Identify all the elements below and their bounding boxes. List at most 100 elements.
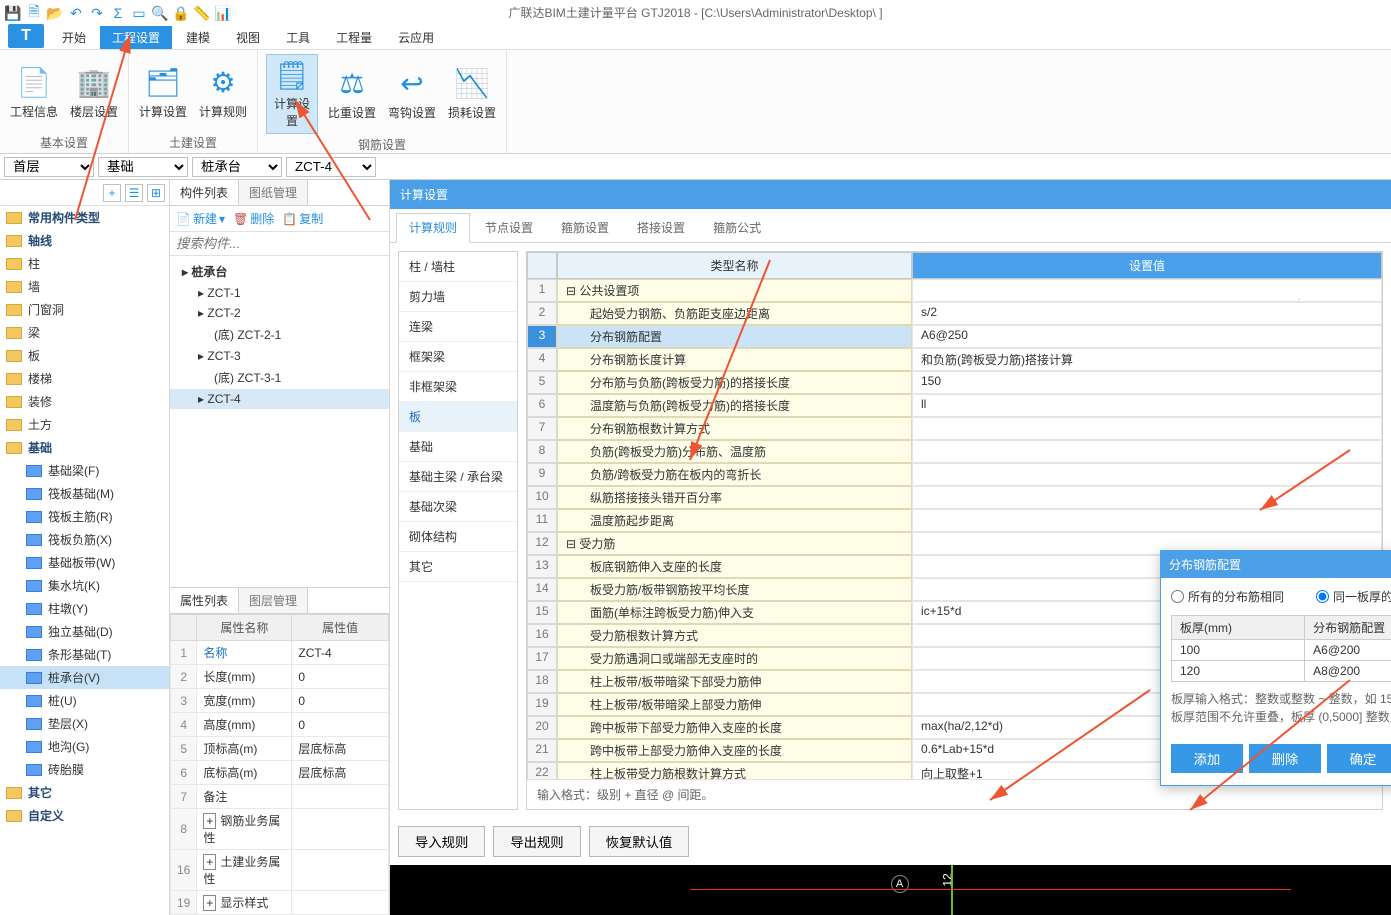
component-item[interactable]: ▸ ZCT-2 [170,303,389,323]
ribbon-计算设置[interactable]: 🗂计算设置 [137,54,189,132]
dlg-cell[interactable]: 100 [1172,640,1305,661]
menu-2[interactable]: 建模 [174,26,222,49]
nav-item[interactable]: 梁 [0,321,169,344]
menu-4[interactable]: 工具 [274,26,322,49]
category-select[interactable]: 基础 [98,157,188,177]
ribbon-工程信息[interactable]: 📄工程信息 [8,54,60,132]
nav-tree-icon[interactable]: ⊞ [147,184,165,202]
rp-tab-0[interactable]: 计算规则 [396,213,470,243]
cat-item[interactable]: 剪力墙 [399,282,517,312]
nav-item[interactable]: 其它 [0,781,169,804]
dlg-cell[interactable]: 120 [1172,661,1305,682]
cat-item[interactable]: 砌体结构 [399,522,517,552]
rule-row[interactable]: 3分布钢筋配置A6@250 [527,325,1382,348]
nav-item[interactable]: 门窗洞 [0,298,169,321]
prop-val[interactable] [292,850,389,891]
dlg-delete-button[interactable]: 删除 [1249,744,1321,773]
qat-check-icon[interactable]: 🔍 [151,4,169,22]
prop-val[interactable]: 0 [292,665,389,689]
floor-select[interactable]: 首层 [4,157,94,177]
qat-save-icon[interactable]: 💾 [4,4,22,22]
cat-item[interactable]: 非框架梁 [399,372,517,402]
cat-item[interactable]: 框架梁 [399,342,517,372]
qat-lock-icon[interactable]: 🔒 [172,4,190,22]
rule-row[interactable]: 5分布筋与负筋(跨板受力筋)的搭接长度150 [527,371,1382,394]
nav-list-icon[interactable]: ☰ [125,184,143,202]
rule-row[interactable]: 1⊟ 公共设置项 [527,279,1382,302]
rp-tab-2[interactable]: 箍筋设置 [548,213,622,242]
prop-val[interactable]: 0 [292,713,389,737]
cat-item[interactable]: 基础次梁 [399,492,517,522]
nav-item[interactable]: 楼梯 [0,367,169,390]
cat-item[interactable]: 基础主梁 / 承台梁 [399,462,517,492]
nav-item[interactable]: 自定义 [0,804,169,827]
cat-item[interactable]: 板 [399,402,517,432]
rp-tab-4[interactable]: 箍筋公式 [700,213,774,242]
dlg-cell[interactable]: A8@200 [1305,661,1391,682]
qat-redo-icon[interactable]: ↷ [88,4,106,22]
nav-item[interactable]: 筏板负筋(X) [0,528,169,551]
cat-item[interactable]: 柱 / 墙柱 [399,252,517,282]
prop-val[interactable] [292,785,389,809]
prop-val[interactable] [292,809,389,850]
component-item[interactable]: ▸ ZCT-1 [170,283,389,303]
nav-item[interactable]: 条形基础(T) [0,643,169,666]
rule-row[interactable]: 7分布钢筋根数计算方式 [527,417,1382,440]
member-select[interactable]: ZCT-4 [286,157,376,177]
nav-item[interactable]: 桩(U) [0,689,169,712]
nav-item[interactable]: 柱 [0,252,169,275]
nav-item[interactable]: 集水坑(K) [0,574,169,597]
nav-item[interactable]: 墙 [0,275,169,298]
rule-row[interactable]: 2起始受力钢筋、负筋距支座边距离s/2 [527,302,1382,325]
nav-item[interactable]: 轴线 [0,229,169,252]
prop-val[interactable]: 层底标高 [292,761,389,785]
menu-3[interactable]: 视图 [224,26,272,49]
component-item[interactable]: (底) ZCT-2-1 [170,323,389,346]
delete-button[interactable]: 🗑 删除 [233,210,274,227]
nav-item[interactable]: 柱墩(Y) [0,597,169,620]
rp-tab-1[interactable]: 节点设置 [472,213,546,242]
search-input[interactable] [170,232,389,256]
import-rules-button[interactable]: 导入规则 [398,826,485,857]
qat-open-icon[interactable]: 📂 [46,4,64,22]
ribbon-损耗设置[interactable]: 📉损耗设置 [446,54,498,134]
nav-item[interactable]: 筏板基础(M) [0,482,169,505]
menu-1[interactable]: 工程设置 [100,26,172,49]
qat-ruler-icon[interactable]: 📏 [193,4,211,22]
prop-val[interactable]: 层底标高 [292,737,389,761]
restore-default-button[interactable]: 恢复默认值 [589,826,690,857]
dlg-add-button[interactable]: 添加 [1171,744,1243,773]
nav-item[interactable]: 独立基础(D) [0,620,169,643]
component-item[interactable]: ▸ ZCT-4 [170,389,389,409]
rule-row[interactable]: 10纵筋搭接接头错开百分率 [527,486,1382,509]
rule-row[interactable]: 6温度筋与负筋(跨板受力筋)的搭接长度ll [527,394,1382,417]
radio-same-thickness[interactable]: 同一板厚的分布筋相同 [1316,588,1391,605]
prop-val[interactable] [292,891,389,915]
ribbon-弯钩设置[interactable]: ↩弯钩设置 [386,54,438,134]
qat-report-icon[interactable]: 📊 [214,4,232,22]
cat-item[interactable]: 基础 [399,432,517,462]
cat-item[interactable]: 其它 [399,552,517,582]
menu-0[interactable]: 开始 [50,26,98,49]
component-item[interactable]: (底) ZCT-3-1 [170,366,389,389]
nav-plus-icon[interactable]: + [103,184,121,202]
qat-new-icon[interactable]: 🗎 [25,4,43,22]
dlg-cell[interactable]: A6@200 [1305,640,1391,661]
nav-item[interactable]: 板 [0,344,169,367]
nav-item[interactable]: 砖胎膜 [0,758,169,781]
nav-item[interactable]: 桩承台(V) [0,666,169,689]
nav-item[interactable]: 筏板主筋(R) [0,505,169,528]
cat-item[interactable]: 连梁 [399,312,517,342]
tab-component-list[interactable]: 构件列表 [170,180,239,205]
tab-drawing-mgmt[interactable]: 图纸管理 [239,180,308,205]
export-rules-button[interactable]: 导出规则 [493,826,580,857]
tab-layer-mgmt[interactable]: 图层管理 [239,588,308,613]
nav-item[interactable]: 土方 [0,413,169,436]
qat-undo-icon[interactable]: ↶ [67,4,85,22]
rule-row[interactable]: 9负筋/跨板受力筋在板内的弯折长 [527,463,1382,486]
nav-item[interactable]: 常用构件类型 [0,206,169,229]
ribbon-楼层设置[interactable]: 🏢楼层设置 [68,54,120,132]
radio-all-same[interactable]: 所有的分布筋相同 [1171,588,1284,605]
prop-val[interactable]: 0 [292,689,389,713]
menu-6[interactable]: 云应用 [386,26,446,49]
